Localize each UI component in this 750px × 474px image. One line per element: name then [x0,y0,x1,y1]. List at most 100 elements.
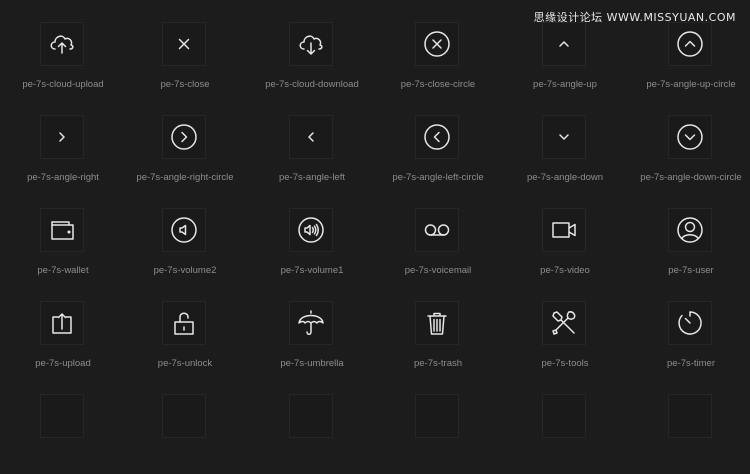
icon-tile [289,394,333,438]
icon-tile[interactable] [668,22,712,66]
angle-down-circle-icon [677,124,703,150]
icon-card[interactable]: pe-7s-angle-left [249,115,375,195]
icon-label: pe-7s-angle-left [278,172,345,183]
trash-icon [427,312,447,335]
icon-label: pe-7s-video [540,265,590,276]
icon-tile[interactable] [542,301,586,345]
icon-card[interactable]: pe-7s-cloud-upload [0,22,126,102]
icon-grid: pe-7s-cloud-upload pe-7s-close pe-7s-clo… [0,0,750,438]
icon-tile[interactable] [40,301,84,345]
icon-tile[interactable] [40,208,84,252]
icon-tile[interactable] [668,301,712,345]
icon-tile[interactable] [415,301,459,345]
icon-label: pe-7s-close-circle [400,79,476,90]
icon-label: pe-7s-upload [35,358,91,369]
icon-card[interactable]: pe-7s-wallet [0,208,126,288]
icon-tile[interactable] [289,208,333,252]
icon-card[interactable]: pe-7s-video [502,208,628,288]
icon-tile[interactable] [162,22,206,66]
cloud-upload-icon [50,35,74,54]
icon-card[interactable]: pe-7s-voicemail [375,208,501,288]
icon-label: pe-7s-volume2 [153,265,217,276]
icon-tile[interactable] [542,208,586,252]
icon-card-partial [375,394,501,474]
icon-tile[interactable] [40,115,84,159]
icon-label: pe-7s-close [160,79,210,90]
angle-down-icon [559,134,569,140]
icon-card[interactable]: pe-7s-user [628,208,750,288]
icon-card[interactable]: pe-7s-angle-down [502,115,628,195]
icon-card[interactable]: pe-7s-volume2 [122,208,248,288]
icon-label: pe-7s-trash [413,358,463,369]
close-icon [178,38,190,50]
icon-label: pe-7s-unlock [157,358,213,369]
icon-label: pe-7s-angle-right [27,172,99,183]
icon-card-partial [0,394,126,474]
icon-label: pe-7s-angle-left-circle [392,172,484,183]
icon-tile[interactable] [668,208,712,252]
icon-card[interactable]: pe-7s-tools [502,301,628,381]
icon-card[interactable]: pe-7s-close [122,22,248,102]
icon-tile[interactable] [162,208,206,252]
icon-card[interactable]: pe-7s-trash [375,301,501,381]
icon-card[interactable]: pe-7s-angle-up-circle [628,22,750,102]
icon-label: pe-7s-angle-down [526,172,604,183]
icon-card-partial [628,394,750,474]
icon-tile [668,394,712,438]
icon-card[interactable]: pe-7s-cloud-download [249,22,375,102]
icon-label: pe-7s-user [668,265,714,276]
icon-label: pe-7s-wallet [37,265,89,276]
icon-tile [162,394,206,438]
icon-tile[interactable] [289,115,333,159]
voicemail-icon [424,224,450,236]
icon-card-partial [122,394,248,474]
unlock-icon [174,312,194,335]
timer-icon [678,311,702,335]
icon-card-partial [502,394,628,474]
icon-tile[interactable] [415,115,459,159]
icon-tile[interactable] [415,208,459,252]
angle-up-circle-icon [677,31,703,57]
icon-card[interactable]: pe-7s-angle-right-circle [122,115,248,195]
icon-label: pe-7s-timer [666,358,716,369]
volume2-icon [171,217,197,243]
icon-label: pe-7s-cloud-upload [22,79,104,90]
icon-card[interactable]: pe-7s-angle-down-circle [628,115,750,195]
upload-icon [52,313,72,334]
icon-label: pe-7s-umbrella [280,358,344,369]
close-circle-icon [424,31,450,57]
icon-card[interactable]: pe-7s-unlock [122,301,248,381]
icon-tile[interactable] [289,301,333,345]
icon-label: pe-7s-volume1 [280,265,344,276]
icon-card[interactable]: pe-7s-volume1 [249,208,375,288]
icon-card[interactable]: pe-7s-upload [0,301,126,381]
icon-tile[interactable] [162,115,206,159]
icon-card[interactable]: pe-7s-angle-left-circle [375,115,501,195]
icon-label: pe-7s-tools [541,358,589,369]
angle-left-icon [308,132,314,142]
icon-card[interactable]: pe-7s-close-circle [375,22,501,102]
icon-label: pe-7s-angle-down-circle [640,172,742,183]
icon-label: pe-7s-angle-up [533,79,597,90]
icon-tile[interactable] [542,22,586,66]
icon-tile[interactable] [40,22,84,66]
icon-tile[interactable] [415,22,459,66]
icon-tile[interactable] [162,301,206,345]
icon-card[interactable]: pe-7s-angle-up [502,22,628,102]
video-icon [552,222,576,238]
icon-tile [542,394,586,438]
icon-tile [415,394,459,438]
icon-label: pe-7s-angle-right-circle [136,172,234,183]
angle-right-circle-icon [171,124,197,150]
icon-card[interactable]: pe-7s-timer [628,301,750,381]
icon-tile[interactable] [289,22,333,66]
icon-tile [40,394,84,438]
tools-icon [552,311,576,335]
icon-tile[interactable] [542,115,586,159]
user-icon [677,217,703,243]
angle-up-icon [559,41,569,47]
icon-tile[interactable] [668,115,712,159]
icon-card[interactable]: pe-7s-umbrella [249,301,375,381]
icon-card[interactable]: pe-7s-angle-right [0,115,126,195]
icon-label: pe-7s-cloud-download [265,79,359,90]
